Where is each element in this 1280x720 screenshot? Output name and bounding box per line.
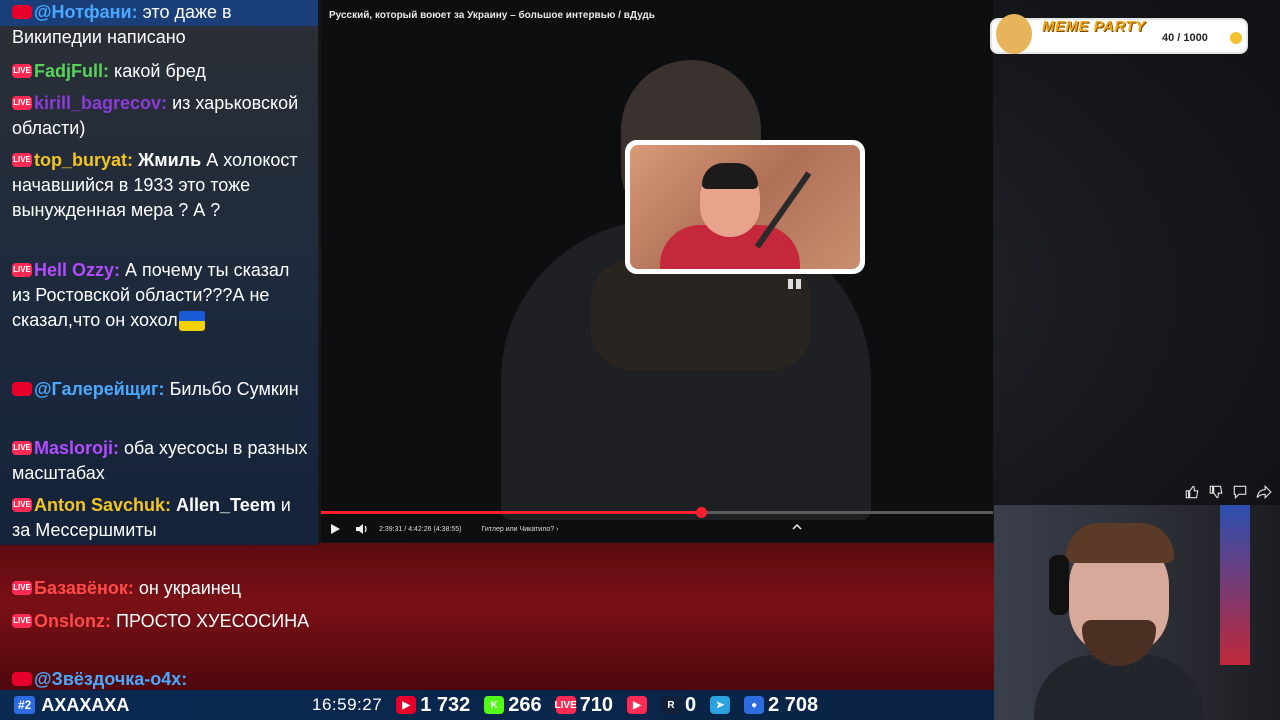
expand-button[interactable] <box>791 522 805 534</box>
chat-message: LIVE top_buryat: Жмиль А холокост начавши… <box>12 148 312 223</box>
stat-youtube: ▶ 1 732 <box>396 694 470 717</box>
doge-icon <box>996 14 1032 54</box>
video-progress-fill <box>321 511 701 514</box>
stat-play-button: ▶ <box>627 696 647 714</box>
time-readout: 2:39:31 / 4:42:26 (4:38:55) <box>379 525 462 533</box>
chat-message: @Галерейщиг: Бильбо Сумкин <box>12 377 312 402</box>
comment-icon[interactable] <box>1232 484 1248 500</box>
stat-viewers: ● 2 708 <box>744 694 818 717</box>
streamer-webcam <box>994 505 1280 720</box>
chat-mention: Allen_Teem <box>176 495 276 515</box>
ticker-message: АХАХАХА <box>41 694 130 715</box>
live-badge-icon: LIVE <box>12 153 32 168</box>
chat-mention: Жмиль <box>138 150 202 170</box>
live-badge-icon: LIVE <box>12 64 32 79</box>
kick-icon: K <box>484 696 505 714</box>
like-icon[interactable] <box>1184 484 1200 500</box>
viewers-icon: ● <box>744 696 765 714</box>
stat-value: 0 <box>685 693 697 716</box>
meme-party-title: MEME PARTY <box>1042 18 1146 35</box>
chat-text: Бильбо Сумкин <box>169 379 299 399</box>
video-title[interactable]: Русский, который воюет за Украину – боль… <box>329 10 655 21</box>
chat-message: LIVE FadjFull: какой бред <box>12 59 312 84</box>
telegram-icon: ➤ <box>710 696 731 714</box>
volume-icon <box>356 524 367 534</box>
chat-message: LIVE kirill_bagrecov: из харьковской обла… <box>12 91 312 141</box>
live-badge-icon: LIVE <box>12 96 32 111</box>
youtube-icon: ▶ <box>396 696 417 714</box>
chat-message: @Нотфани: это даже в Википедии написано <box>12 0 312 50</box>
stat-value: 266 <box>508 693 542 716</box>
stream-clock: 16:59:27 <box>312 695 383 714</box>
volume-button[interactable] <box>355 522 369 536</box>
chat-message: LIVE Masloroji: оба хуесосы в разных масш… <box>12 436 312 486</box>
chat-username[interactable]: FadjFull: <box>34 61 109 81</box>
stat-kick: K 266 <box>484 693 542 717</box>
dislike-icon[interactable] <box>1208 484 1224 500</box>
stream-ticker-bar: #2 АХАХАХА 16:59:27 ▶ 1 732 K 266 LIVE 710 ▶ R 0… <box>0 690 1000 720</box>
chevron-up-icon <box>792 523 802 530</box>
stat-rutube: R0 <box>661 694 696 717</box>
chat-text: ПРОСТО ХУЕСОСИНА <box>116 611 310 631</box>
live-badge-icon: LIVE <box>12 263 32 278</box>
platform-stats: 16:59:27 ▶ 1 732 K 266 LIVE 710 ▶ R 0 ➤ ● 2 708 <box>312 690 818 720</box>
video-player[interactable]: Русский, который воюет за Украину – боль… <box>321 0 993 542</box>
share-icon[interactable] <box>1256 484 1272 500</box>
live-badge-icon: LIVE <box>12 581 32 596</box>
youtube-badge-icon <box>12 382 32 397</box>
stat-value: 1 732 <box>420 693 471 716</box>
video-progress-bar[interactable] <box>321 507 993 518</box>
video-progress-handle[interactable] <box>695 507 707 518</box>
chat-feed: @Нотфани: это даже в Википедии написано L… <box>0 0 318 690</box>
chat-message: @Звёздочка-о4х: <box>12 667 312 692</box>
rank-badge: #2 <box>14 696 36 714</box>
video-controls: 2:39:31 / 4:42:26 (4:38:55) Гитлер или Ч… <box>321 518 993 540</box>
meme-party-progress: 40 / 1000 <box>1162 32 1208 44</box>
flag-emote-icon <box>178 311 205 332</box>
chat-username[interactable]: kirill_bagrecov: <box>34 93 167 113</box>
chat-username[interactable]: @Галерейщиг: <box>34 379 165 399</box>
youtube-badge-icon <box>12 672 32 687</box>
video-actions <box>1184 484 1272 500</box>
live-badge-icon: LIVE <box>12 441 32 456</box>
chat-username[interactable]: @Нотфани: <box>34 2 138 22</box>
stat-value: 2 708 <box>768 693 819 716</box>
chapter-button[interactable]: Гитлер или Чикатило? › <box>482 526 559 533</box>
chat-message: LIVE Базавёнок: он украинец <box>12 576 312 601</box>
play-button[interactable] <box>329 522 343 536</box>
rutube-icon: R <box>661 696 681 714</box>
video-frame-person <box>471 60 891 520</box>
stat-value: 710 <box>579 693 613 716</box>
chat-username[interactable]: Базавёнок: <box>34 578 134 598</box>
play-icon <box>331 524 340 534</box>
stat-telegram: ➤ <box>710 696 731 714</box>
chat-username[interactable]: Masloroji: <box>34 438 119 458</box>
facecam-overlay <box>625 140 865 274</box>
chat-message: LIVE Hell Ozzy: А почему ты сказал из Рос… <box>12 258 312 333</box>
pause-indicator-icon <box>788 276 804 289</box>
chat-message: LIVE Anton Savchuk: Allen_Teem и за Мессе… <box>12 493 312 543</box>
chat-username[interactable]: Anton Savchuk: <box>34 495 171 515</box>
play-button-icon: ▶ <box>627 696 647 714</box>
chat-username[interactable]: top_buryat: <box>34 150 133 170</box>
chat-username[interactable]: Onslonz: <box>34 611 111 631</box>
vkplay-live-icon: LIVE <box>555 696 577 714</box>
stat-vkplay-live: LIVE 710 <box>555 693 613 717</box>
chat-username[interactable]: Hell Ozzy: <box>34 260 120 280</box>
chat-message: LIVE Onslonz: ПРОСТО ХУЕСОСИНА <box>12 609 312 634</box>
chat-username[interactable]: @Звёздочка-о4х: <box>34 669 187 689</box>
live-badge-icon: LIVE <box>12 498 32 513</box>
chat-text: он украинец <box>138 578 242 598</box>
live-badge-icon: LIVE <box>12 614 32 629</box>
youtube-badge-icon <box>12 5 32 20</box>
chat-text: какой бред <box>114 61 206 81</box>
meme-party-widget: MEME PARTY 40 / 1000 <box>990 14 1248 54</box>
coin-icon <box>1230 32 1242 44</box>
